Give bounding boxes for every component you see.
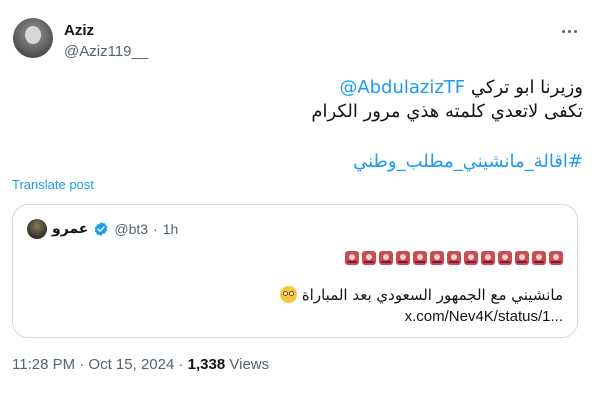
quote-text: مانشيني مع الجمهور السعودي بعد المباراة bbox=[276, 285, 563, 305]
quote-avatar[interactable] bbox=[27, 219, 47, 239]
tweet-timestamp[interactable]: 11:28 PM · Oct 15, 2024 bbox=[12, 356, 174, 373]
police-light-icon bbox=[549, 251, 563, 265]
author-handle[interactable]: @Aziz119__ bbox=[64, 43, 148, 60]
quote-header: عمرو @bt3 · 1h bbox=[27, 219, 178, 239]
tweet-line-1-text: وزيرنا ابو تركي bbox=[470, 77, 583, 98]
police-light-icon bbox=[515, 251, 529, 265]
tweet-text: وزيرنا ابو تركي @AbdulazizTF تكفى لاتعدي… bbox=[311, 76, 583, 124]
author-display-name[interactable]: Aziz bbox=[64, 22, 94, 39]
police-light-icon bbox=[430, 251, 444, 265]
police-light-icon bbox=[481, 251, 495, 265]
hashtag-link[interactable]: #اقالة_مانشيني_مطلب_وطني bbox=[353, 150, 583, 174]
author-avatar[interactable] bbox=[13, 18, 53, 58]
meta-dot: · bbox=[178, 356, 184, 373]
views-count: 1,338 bbox=[187, 356, 226, 373]
tweet-line-2: تكفى لاتعدي كلمته هذي مرور الكرام bbox=[311, 101, 583, 122]
police-light-icon bbox=[532, 251, 546, 265]
verified-icon bbox=[95, 222, 108, 236]
quote-text-content: مانشيني مع الجمهور السعودي بعد المباراة bbox=[301, 286, 563, 304]
quote-card[interactable]: عمرو @bt3 · 1h مانشيني مع الجمهور السعود… bbox=[12, 204, 578, 338]
police-light-icon bbox=[396, 251, 410, 265]
police-light-row bbox=[345, 251, 563, 265]
views-label: Views bbox=[229, 356, 270, 373]
mention-link[interactable]: @AbdulazizTF bbox=[339, 77, 465, 98]
quote-handle[interactable]: @bt3 bbox=[114, 219, 148, 239]
police-light-icon bbox=[379, 251, 393, 265]
quote-link[interactable]: x.com/Nev4K/status/1... bbox=[405, 307, 563, 327]
police-light-icon bbox=[498, 251, 512, 265]
tweet-line-1: وزيرنا ابو تركي @AbdulazizTF bbox=[311, 76, 583, 100]
flushed-face-icon bbox=[280, 286, 298, 303]
more-icon[interactable] bbox=[558, 22, 580, 40]
translate-post-link[interactable]: Translate post bbox=[12, 177, 94, 192]
quote-dot: · bbox=[153, 221, 158, 237]
quote-author-name[interactable]: عمرو bbox=[52, 219, 88, 239]
quote-time[interactable]: 1h bbox=[163, 219, 179, 239]
police-light-icon bbox=[362, 251, 376, 265]
police-light-icon bbox=[345, 251, 359, 265]
police-light-icon bbox=[447, 251, 461, 265]
police-light-icon bbox=[464, 251, 478, 265]
police-light-icon bbox=[413, 251, 427, 265]
tweet-meta: 11:28 PM · Oct 15, 2024 · 1,338 Views bbox=[12, 356, 269, 373]
